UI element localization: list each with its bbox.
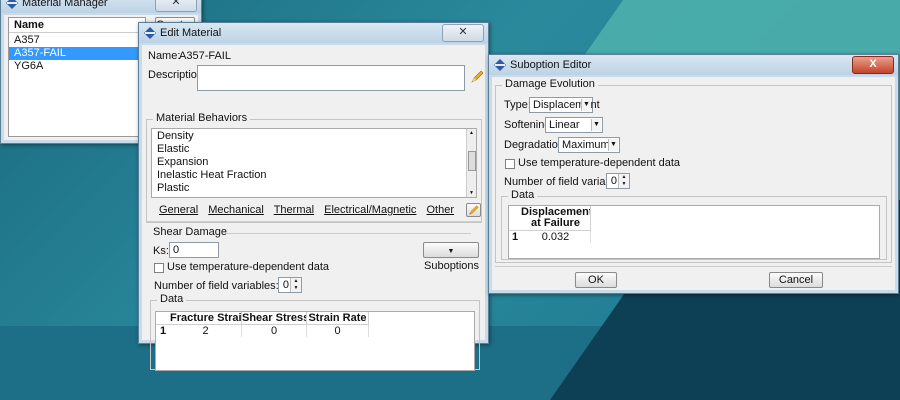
list-item[interactable]: YG6A xyxy=(9,60,145,73)
type-select[interactable]: Displacement ▼ xyxy=(529,97,600,113)
data-title: Data xyxy=(157,293,187,305)
temperature-dependent-label: Use temperature-dependent data xyxy=(518,157,681,169)
data-group: Data Fracture Strain Shear Stress Ratio … xyxy=(150,293,480,371)
menu-electrical-magnetic[interactable]: Electrical/Magnetic xyxy=(324,204,416,216)
abaqus-diamond-icon xyxy=(144,27,156,39)
behaviors-list[interactable]: Density Elastic Expansion Inelastic Heat… xyxy=(151,128,477,198)
material-behaviors-group: Material Behaviors Density Elastic Expan… xyxy=(146,112,482,223)
column-header-line2: at Failure xyxy=(531,217,580,229)
column-header[interactable]: Shear Stress Ratio xyxy=(242,312,307,324)
list-item[interactable]: Elastic xyxy=(157,143,189,155)
suboptions-label: Suboptions xyxy=(424,260,480,272)
name-label: Name: xyxy=(148,50,181,62)
list-item[interactable]: Density xyxy=(157,130,194,142)
degradation-select[interactable]: Maximum ▼ xyxy=(558,137,620,153)
material-list-header: Name xyxy=(14,19,44,31)
suboptions-button[interactable]: ▼ Suboptions xyxy=(423,242,479,272)
field-variables-stepper[interactable]: 0 ▲ ▼ xyxy=(606,173,630,189)
close-button[interactable]: ✕ xyxy=(442,24,484,42)
material-behaviors-title: Material Behaviors xyxy=(153,112,251,124)
type-label: Type: xyxy=(504,99,531,111)
data-table[interactable]: Fracture Strain Shear Stress Ratio Strai… xyxy=(155,311,475,371)
table-corner xyxy=(156,312,171,324)
pencil-icon[interactable] xyxy=(470,70,484,84)
close-button[interactable]: ✕ xyxy=(155,0,197,12)
menu-mechanical[interactable]: Mechanical xyxy=(208,204,264,216)
field-variables-value: 0 xyxy=(282,279,289,291)
suboption-editor-window: Suboption Editor X Damage Evolution Type… xyxy=(488,54,899,294)
softening-value: Linear xyxy=(549,119,580,131)
close-icon: ✕ xyxy=(458,26,468,38)
chevron-down-icon[interactable]: ▼ xyxy=(591,119,601,131)
data-group: Data Displacement at Failure 1 0.032 xyxy=(501,189,887,260)
description-field[interactable] xyxy=(197,65,465,91)
row-index: 1 xyxy=(511,231,519,243)
list-item[interactable]: A357 xyxy=(9,34,145,47)
row-index: 1 xyxy=(159,325,167,337)
stepper-arrows-icon[interactable]: ▲ ▼ xyxy=(618,174,629,188)
table-cell[interactable]: 0.032 xyxy=(521,231,591,243)
ks-label: Ks: xyxy=(153,245,169,257)
field-variables-label: Number of field variables: xyxy=(154,280,279,292)
cancel-button[interactable]: Cancel xyxy=(769,272,823,288)
field-variables-stepper[interactable]: 0 ▲ ▼ xyxy=(278,277,302,293)
menu-other[interactable]: Other xyxy=(427,204,455,216)
edit-material-titlebar[interactable]: Edit Material ✕ xyxy=(139,23,488,43)
edit-behavior-button[interactable] xyxy=(466,203,481,217)
abaqus-diamond-icon xyxy=(494,59,506,71)
scroll-thumb[interactable] xyxy=(468,151,476,171)
triangle-down-icon: ▼ xyxy=(447,248,455,255)
edit-material-window: Edit Material ✕ Name: A357-FAIL Descript… xyxy=(138,22,489,371)
chevron-down-icon[interactable]: ▼ xyxy=(608,139,618,151)
abaqus-diamond-icon xyxy=(6,0,18,9)
table-cell[interactable]: 0 xyxy=(307,325,369,337)
list-item[interactable]: Plastic xyxy=(157,182,189,194)
table-cell[interactable]: 2 xyxy=(170,325,242,337)
temperature-dependent-checkbox[interactable] xyxy=(154,263,164,273)
close-icon: ✕ xyxy=(171,0,181,8)
data-title: Data xyxy=(508,189,538,201)
temperature-dependent-label: Use temperature-dependent data xyxy=(167,261,330,273)
material-manager-titlebar[interactable]: Material Manager ✕ xyxy=(1,0,201,13)
damage-evolution-title: Damage Evolution xyxy=(502,78,598,90)
data-table[interactable]: Displacement at Failure 1 0.032 xyxy=(508,205,880,259)
column-header[interactable]: Strain Rate xyxy=(307,312,369,324)
field-variables-value: 0 xyxy=(610,175,617,187)
ks-input[interactable]: 0 xyxy=(169,242,219,258)
list-item-selected[interactable]: A357-FAIL xyxy=(9,47,145,60)
edit-material-title: Edit Material xyxy=(160,27,222,39)
behaviors-menu-bar: General Mechanical Thermal Electrical/Ma… xyxy=(159,204,454,216)
name-value: A357-FAIL xyxy=(179,50,231,62)
chevron-down-icon[interactable]: ▼ xyxy=(581,99,591,111)
ks-value: 0 xyxy=(173,244,180,256)
softening-select[interactable]: Linear ▼ xyxy=(545,117,603,133)
list-item[interactable]: Expansion xyxy=(157,156,208,168)
temperature-dependent-checkbox[interactable] xyxy=(505,159,515,169)
degradation-value: Maximum xyxy=(562,139,610,151)
shear-damage-title: Shear Damage xyxy=(153,226,227,238)
menu-general[interactable]: General xyxy=(159,204,198,216)
stepper-arrows-icon[interactable]: ▲ ▼ xyxy=(290,278,301,292)
close-icon: X xyxy=(869,58,877,70)
behaviors-scrollbar[interactable]: ▲ ▼ xyxy=(466,129,476,197)
column-header[interactable]: Displacement at Failure xyxy=(521,206,591,230)
suboption-editor-titlebar[interactable]: Suboption Editor X xyxy=(489,55,898,75)
close-button[interactable]: X xyxy=(852,56,894,74)
suboption-editor-title: Suboption Editor xyxy=(510,59,592,71)
scroll-down-icon[interactable]: ▼ xyxy=(467,189,476,197)
ok-button[interactable]: OK xyxy=(575,272,617,288)
material-list[interactable]: Name A357 A357-FAIL YG6A xyxy=(8,17,146,137)
damage-evolution-group: Damage Evolution Type: Displacement ▼ So… xyxy=(495,78,892,263)
column-header[interactable]: Fracture Strain xyxy=(170,312,242,324)
menu-thermal[interactable]: Thermal xyxy=(274,204,314,216)
table-cell[interactable]: 0 xyxy=(242,325,307,337)
pencil-icon xyxy=(469,205,479,215)
scroll-up-icon[interactable]: ▲ xyxy=(467,129,476,137)
list-item[interactable]: Inelastic Heat Fraction xyxy=(157,169,266,181)
material-manager-title: Material Manager xyxy=(22,0,108,9)
